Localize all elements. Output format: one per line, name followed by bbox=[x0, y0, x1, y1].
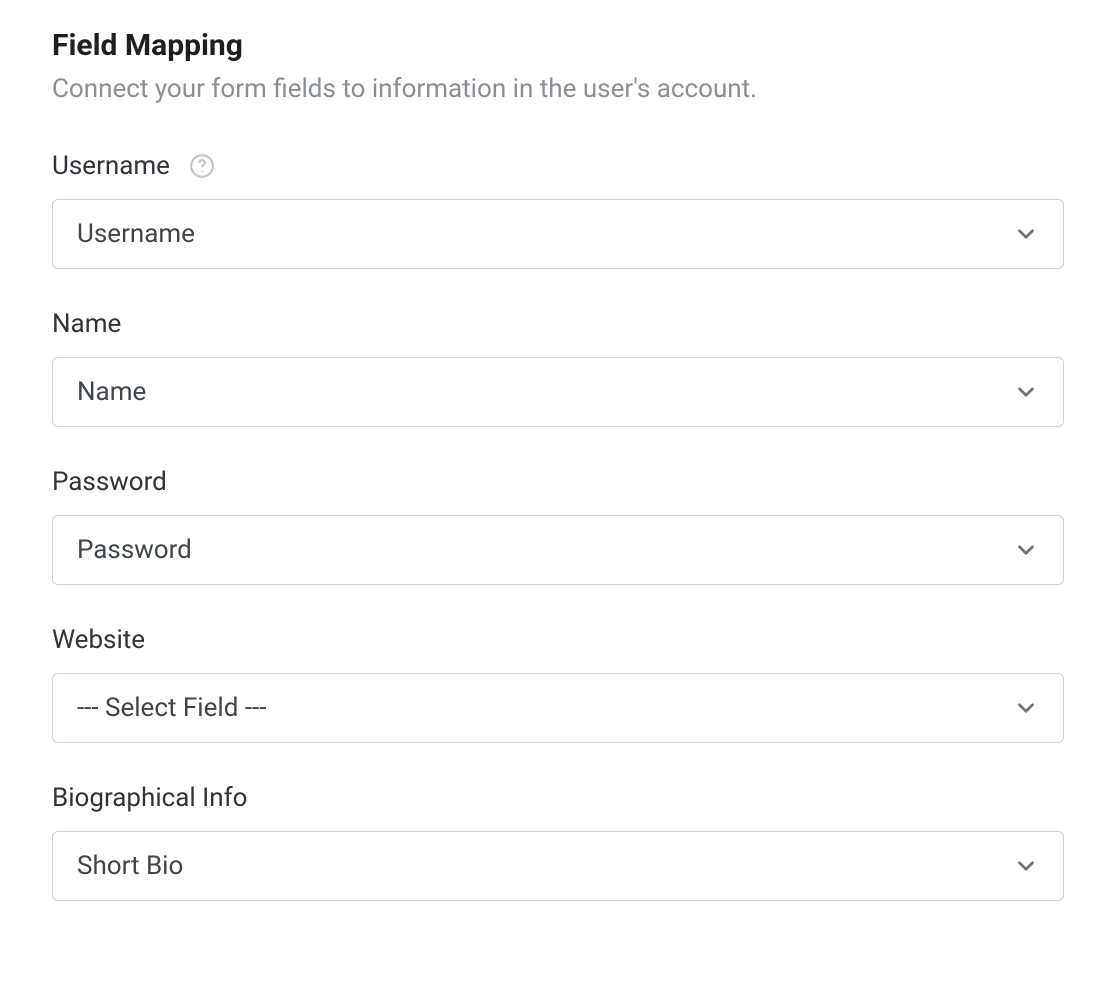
select-website[interactable]: --- Select Field --- bbox=[52, 673, 1064, 743]
chevron-down-icon bbox=[1013, 221, 1039, 247]
select-name[interactable]: Name bbox=[52, 357, 1064, 427]
select-username[interactable]: Username bbox=[52, 199, 1064, 269]
chevron-down-icon bbox=[1013, 379, 1039, 405]
select-value: --- Select Field --- bbox=[77, 693, 1013, 723]
select-value: Password bbox=[77, 535, 1013, 565]
select-password[interactable]: Password bbox=[52, 515, 1064, 585]
field-label-row: Password bbox=[52, 467, 1064, 497]
field-label-password: Password bbox=[52, 467, 167, 497]
select-value: Name bbox=[77, 377, 1013, 407]
field-group-website: Website --- Select Field --- bbox=[52, 625, 1064, 743]
field-group-username: Username Username bbox=[52, 151, 1064, 269]
field-mapping-section: Field Mapping Connect your form fields t… bbox=[52, 28, 1064, 901]
field-label-bio: Biographical Info bbox=[52, 783, 247, 813]
field-group-password: Password Password bbox=[52, 467, 1064, 585]
field-label-name: Name bbox=[52, 309, 121, 339]
field-group-bio: Biographical Info Short Bio bbox=[52, 783, 1064, 901]
field-group-name: Name Name bbox=[52, 309, 1064, 427]
select-bio[interactable]: Short Bio bbox=[52, 831, 1064, 901]
help-icon[interactable] bbox=[188, 152, 216, 180]
field-label-row: Website bbox=[52, 625, 1064, 655]
select-value: Short Bio bbox=[77, 851, 1013, 881]
section-title: Field Mapping bbox=[52, 28, 1064, 63]
select-value: Username bbox=[77, 219, 1013, 249]
section-subtitle: Connect your form fields to information … bbox=[52, 71, 1064, 107]
chevron-down-icon bbox=[1013, 695, 1039, 721]
field-label-website: Website bbox=[52, 625, 145, 655]
field-label-row: Username bbox=[52, 151, 1064, 181]
field-label-row: Name bbox=[52, 309, 1064, 339]
field-label-username: Username bbox=[52, 151, 170, 181]
chevron-down-icon bbox=[1013, 537, 1039, 563]
field-label-row: Biographical Info bbox=[52, 783, 1064, 813]
chevron-down-icon bbox=[1013, 853, 1039, 879]
